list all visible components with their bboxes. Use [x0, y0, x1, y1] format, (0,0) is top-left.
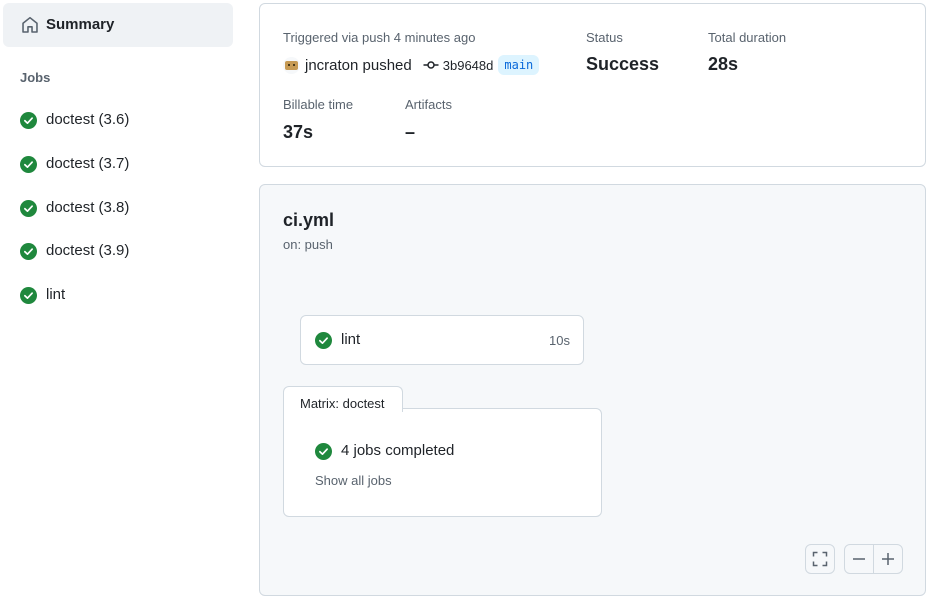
minus-icon [853, 558, 865, 560]
check-circle-icon [315, 332, 332, 349]
trigger-text: Triggered via push 4 minutes ago [283, 30, 476, 45]
zoom-in-button[interactable] [873, 544, 903, 574]
check-circle-icon [20, 112, 37, 129]
status-value: Success [586, 54, 660, 74]
billable-label: Billable time [283, 97, 354, 112]
fullscreen-icon [812, 551, 828, 567]
plus-icon [882, 553, 894, 565]
check-circle-icon [20, 287, 37, 304]
job-node-lint[interactable]: lint 10s [300, 315, 584, 365]
matrix-group: 4 jobs completed Show all jobs [283, 408, 602, 517]
sidebar-job-label: doctest (3.8) [46, 199, 130, 216]
sidebar-job-label: doctest (3.9) [46, 242, 130, 259]
sidebar-job-item[interactable]: doctest (3.9) [3, 233, 233, 269]
billable-value: 37s [283, 122, 314, 142]
check-circle-icon [315, 443, 332, 460]
fullscreen-button[interactable] [805, 544, 835, 574]
git-commit-icon [423, 61, 439, 69]
jobs-heading: Jobs [20, 70, 51, 85]
status-label: Status [586, 30, 623, 45]
workflow-file-name[interactable]: ci.yml [283, 210, 334, 231]
workflow-trigger: on: push [283, 237, 333, 252]
branch-badge[interactable]: main [498, 55, 540, 75]
run-summary-card: Triggered via push 4 minutes ago jncrato… [259, 3, 926, 167]
pusher-name[interactable]: jncraton pushed [305, 57, 412, 74]
sidebar: Summary Jobs doctest (3.6) doctest (3.7)… [0, 0, 240, 601]
pusher-row: jncraton pushed 3b9648d main [283, 55, 540, 75]
sidebar-job-item[interactable]: lint [3, 277, 233, 313]
sidebar-job-label: doctest (3.7) [46, 155, 130, 172]
commit-sha-link[interactable]: 3b9648d [443, 58, 494, 73]
sidebar-item-summary-label: Summary [46, 16, 115, 33]
home-icon [22, 16, 38, 33]
duration-value: 28s [708, 54, 739, 74]
sidebar-job-label: doctest (3.6) [46, 111, 130, 128]
sidebar-job-item[interactable]: doctest (3.8) [3, 190, 233, 226]
job-node-duration: 10s [549, 333, 570, 348]
sidebar-item-summary[interactable]: Summary [3, 3, 233, 47]
matrix-tab-label: Matrix: doctest [300, 396, 385, 411]
workflow-graph: ci.yml on: push lint 10s Matrix: doctest… [259, 184, 926, 596]
sidebar-job-item[interactable]: doctest (3.7) [3, 146, 233, 182]
sidebar-job-label: lint [46, 286, 66, 303]
check-circle-icon [20, 156, 37, 173]
check-circle-icon [20, 243, 37, 260]
duration-label: Total duration [708, 30, 787, 45]
job-node-name: lint [341, 331, 361, 348]
matrix-tab: Matrix: doctest [283, 386, 403, 412]
artifacts-label: Artifacts [405, 97, 452, 112]
avatar[interactable] [283, 56, 300, 74]
zoom-out-button[interactable] [844, 544, 874, 574]
show-all-jobs-link[interactable]: Show all jobs [315, 473, 392, 488]
sidebar-job-item[interactable]: doctest (3.6) [3, 102, 233, 138]
check-circle-icon [20, 200, 37, 217]
matrix-completed-text: 4 jobs completed [341, 442, 455, 459]
artifacts-value: – [405, 122, 416, 142]
